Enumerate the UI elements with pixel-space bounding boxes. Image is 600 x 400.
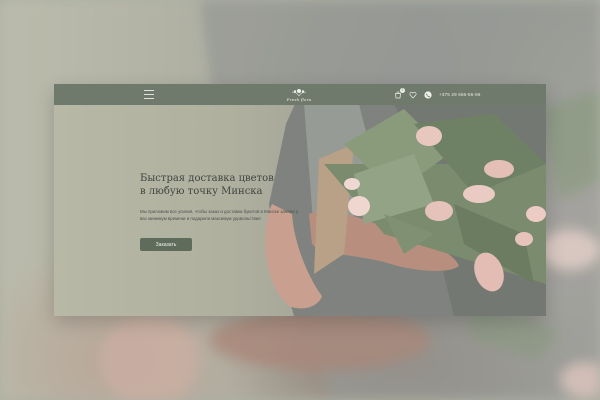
hamburger-menu-button[interactable] — [144, 90, 154, 99]
heart-icon — [409, 91, 417, 99]
phone-button[interactable] — [423, 90, 433, 100]
menu-icon-line — [144, 90, 154, 91]
hero-title: Быстрая доставка цветов в любую точку Ми… — [140, 172, 320, 198]
phone-icon — [424, 90, 432, 99]
phone-number[interactable]: +375 29 666-66-66 — [439, 92, 481, 97]
logo-text: Fresh flora — [286, 96, 312, 102]
order-button[interactable]: Заказать — [140, 238, 192, 251]
hero-photo — [265, 84, 546, 316]
flower-logo-icon — [291, 88, 307, 96]
hero-description: Мы приложим все усилия, чтобы заказ и до… — [140, 209, 299, 221]
menu-icon-line — [144, 98, 154, 99]
header-actions: 2 +375 29 666-66-66 — [393, 87, 481, 101]
menu-icon-line — [144, 94, 154, 95]
favorites-button[interactable] — [408, 90, 418, 100]
cart-button[interactable]: 2 — [393, 87, 405, 100]
hero-title-line-2: в любую точку Минска — [140, 186, 263, 197]
site-logo[interactable]: Fresh flora — [282, 86, 316, 103]
site-header: Fresh flora 2 +375 29 666-66-66 — [54, 84, 546, 105]
cart-count-badge: 2 — [400, 87, 405, 93]
hero-title-line-1: Быстрая доставка цветов — [140, 173, 274, 184]
website-preview: Fresh flora 2 +375 29 666-66-66 Быстрая … — [54, 84, 546, 316]
